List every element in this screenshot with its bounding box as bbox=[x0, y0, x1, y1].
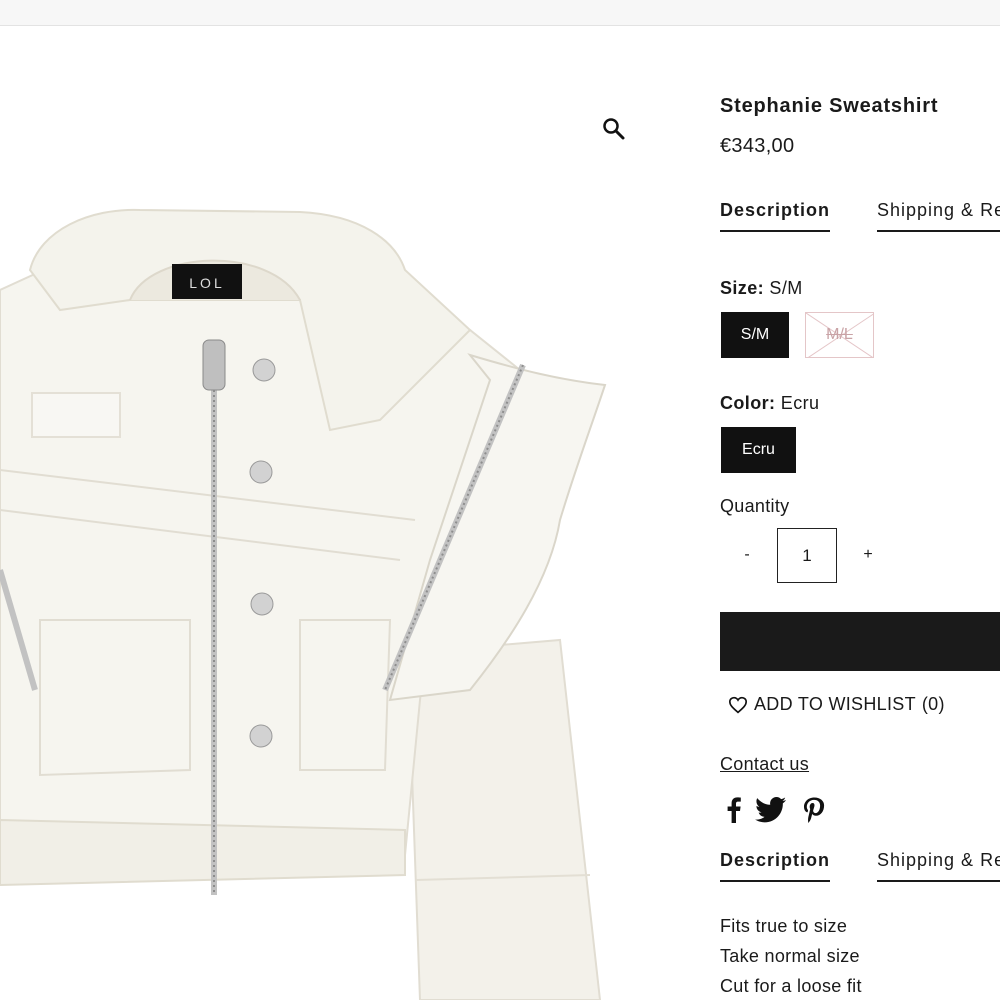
description-line: Take normal size bbox=[720, 946, 860, 966]
add-to-cart-button[interactable] bbox=[720, 612, 1000, 671]
quantity-increase-button[interactable]: + bbox=[853, 540, 883, 570]
color-option-ecru-label: Ecru bbox=[742, 441, 775, 458]
size-selected-value: S/M bbox=[769, 278, 803, 298]
quantity-decrease-button[interactable]: - bbox=[732, 540, 762, 570]
quantity-label: Quantity bbox=[720, 496, 790, 516]
add-to-wishlist-button[interactable]: ADD TO WISHLIST (0) bbox=[728, 694, 945, 715]
product-image-gallery[interactable]: LOL bbox=[0, 27, 690, 1000]
color-label-title: Color: bbox=[720, 393, 776, 413]
product-image: LOL bbox=[0, 208, 607, 1000]
wishlist-label: ADD TO WISHLIST bbox=[754, 694, 916, 714]
size-label-title: Size: bbox=[720, 278, 765, 298]
size-label: Size: S/M bbox=[720, 278, 803, 299]
wishlist-count: (0) bbox=[921, 694, 945, 714]
twitter-icon[interactable] bbox=[754, 796, 788, 824]
facebook-icon[interactable] bbox=[720, 796, 748, 824]
product-info: Stephanie Sweatshirt €343,00 Description… bbox=[720, 0, 1000, 1000]
product-title: Stephanie Sweatshirt bbox=[720, 95, 939, 117]
size-option-sm[interactable]: S/M bbox=[721, 312, 789, 358]
description-line: Fits true to size bbox=[720, 916, 848, 936]
info-tabs-top: Description Shipping & Returns bbox=[720, 200, 1000, 240]
heart-icon bbox=[728, 696, 748, 713]
pinterest-icon[interactable] bbox=[800, 796, 828, 824]
product-price: €343,00 bbox=[720, 135, 795, 157]
info-tabs-bottom: Description Shipping & Returns bbox=[720, 850, 1000, 890]
quantity-input[interactable] bbox=[777, 528, 837, 583]
svg-text:LOL: LOL bbox=[189, 275, 224, 291]
description-line: Cut for a loose fit bbox=[720, 976, 862, 996]
tab-shipping-returns[interactable]: Shipping & Returns bbox=[877, 200, 1000, 232]
size-option-sm-label: S/M bbox=[740, 326, 770, 343]
tab-shipping-returns-bottom[interactable]: Shipping & Returns bbox=[877, 850, 1000, 882]
contact-us-link[interactable]: Contact us bbox=[720, 754, 809, 775]
color-label: Color: Ecru bbox=[720, 393, 819, 414]
zoom-icon[interactable] bbox=[601, 116, 627, 142]
size-option-ml-label: M/L bbox=[826, 326, 853, 343]
size-option-ml[interactable]: M/L bbox=[805, 312, 874, 358]
tab-description[interactable]: Description bbox=[720, 200, 831, 232]
tab-description-bottom[interactable]: Description bbox=[720, 850, 831, 882]
color-option-ecru[interactable]: Ecru bbox=[721, 427, 796, 473]
color-selected-value: Ecru bbox=[780, 393, 820, 413]
